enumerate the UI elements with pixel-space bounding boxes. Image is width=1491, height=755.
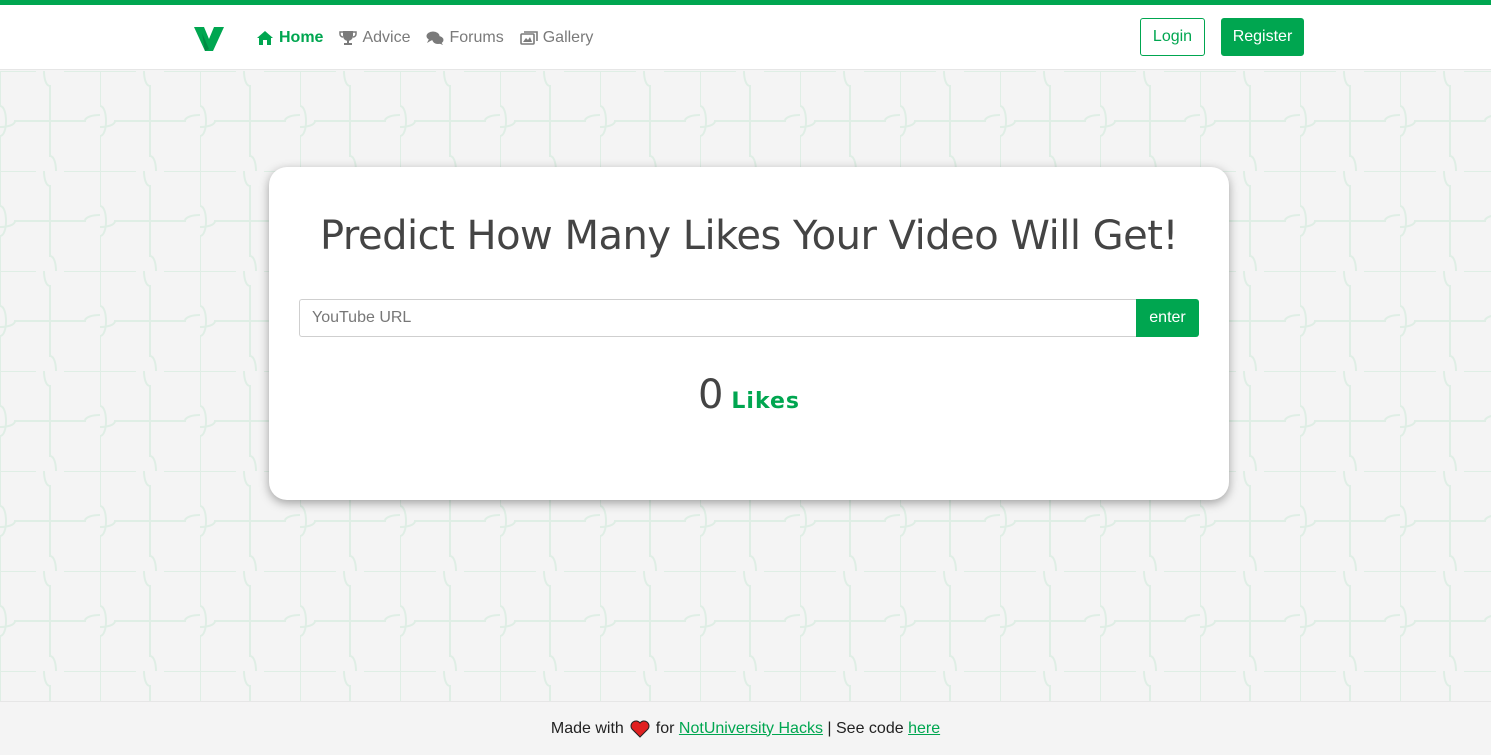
nav-advice-link[interactable]: Advice bbox=[339, 29, 410, 47]
nav-gallery-link[interactable]: Gallery bbox=[519, 28, 594, 47]
prediction-card: Predict How Many Likes Your Video Will G… bbox=[269, 167, 1229, 500]
login-button[interactable]: Login bbox=[1140, 18, 1205, 56]
navbar: Home Advice Forums Gallery Login Registe… bbox=[0, 5, 1491, 70]
brand-logo-icon[interactable] bbox=[192, 23, 226, 53]
youtube-url-input[interactable] bbox=[299, 299, 1137, 337]
trophy-icon bbox=[339, 30, 358, 45]
home-icon bbox=[257, 30, 273, 45]
hackathon-link[interactable]: NotUniversity Hacks bbox=[679, 720, 823, 738]
nav-home-link[interactable]: Home bbox=[256, 29, 323, 47]
nav-advice-label: Advice bbox=[362, 28, 411, 46]
likes-result: 0 Likes bbox=[269, 372, 1229, 418]
nav-gallery-label: Gallery bbox=[542, 28, 594, 46]
footer-see-code: | See code bbox=[827, 719, 904, 737]
enter-button[interactable]: enter bbox=[1136, 299, 1199, 337]
footer-for: for bbox=[655, 719, 675, 737]
nav-forums-label: Forums bbox=[449, 28, 504, 46]
code-link[interactable]: here bbox=[908, 720, 940, 738]
comments-icon bbox=[426, 31, 444, 45]
register-button[interactable]: Register bbox=[1221, 18, 1304, 56]
footer-made-with: Made with bbox=[550, 719, 624, 737]
heart-icon bbox=[630, 720, 650, 738]
nav-home-label: Home bbox=[279, 28, 324, 46]
footer: Made with for NotUniversity Hacks | See … bbox=[0, 701, 1491, 755]
nav-links: Home Advice Forums Gallery bbox=[256, 5, 609, 70]
page-title: Predict How Many Likes Your Video Will G… bbox=[320, 213, 1178, 259]
likes-unit-label: Likes bbox=[731, 389, 801, 414]
nav-forums-link[interactable]: Forums bbox=[426, 28, 504, 47]
likes-count: 0 bbox=[697, 372, 724, 418]
images-icon bbox=[519, 30, 538, 45]
